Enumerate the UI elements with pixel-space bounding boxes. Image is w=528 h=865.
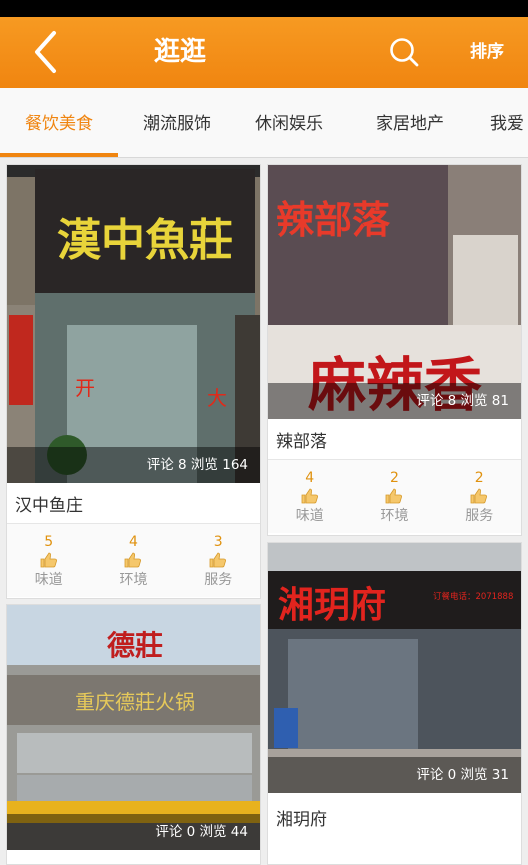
shop-photo: 湘玥府 订餐电话：2071888 评论 0 浏览 31 [268,543,521,793]
shop-sign-text-secondary: 重庆德莊火锅 [75,690,195,714]
rating-service[interactable]: 3 服务 [177,524,260,589]
tab-food[interactable]: 餐饮美食 [0,88,118,157]
status-bar [0,0,528,17]
shop-sign-text: 漢中魚莊 [57,215,233,266]
search-icon [390,38,419,67]
rating-bar: 5 味道 4 环境 3 服务 [7,523,260,597]
back-button[interactable] [20,29,70,75]
tab-home-realestate[interactable]: 家居地产 [351,88,469,157]
tab-more[interactable]: 我爱 [490,88,528,157]
shop-name: 辣部落 [276,432,327,452]
category-tabs: 餐饮美食 潮流服饰 休闲娱乐 家居地产 我爱 [0,88,528,158]
svg-text:开: 开 [75,376,95,400]
thumbs-up-icon [470,488,488,504]
shop-name: 湘玥府 [276,810,327,830]
rating-label: 服务 [465,508,494,524]
rating-taste[interactable]: 5 味道 [7,524,90,589]
shop-card-hanzhong[interactable]: 漢中魚莊 开 大 评论 8 浏览 164 汉中鱼庄 5 味道 4 环境 3 服务 [6,164,261,599]
rating-service[interactable]: 2 服务 [438,460,521,525]
shop-name: 汉中鱼庄 [15,496,83,516]
back-arrow-icon [35,31,56,73]
shop-phone-text: 订餐电话：2071888 [433,591,513,602]
rating-value: 4 [305,470,315,486]
rating-value: 5 [44,534,54,550]
shop-photo: 德莊 重庆德莊火锅 评论 0 浏览 44 [7,605,260,850]
rating-bar: 4 味道 2 环境 2 服务 [268,459,521,533]
rating-environment[interactable]: 2 环境 [353,460,436,525]
thumbs-up-icon [301,488,318,504]
shop-card-dezhuang[interactable]: 德莊 重庆德莊火锅 评论 0 浏览 44 [6,604,261,865]
shop-sign-text: 辣部落 [276,197,391,242]
thumbs-up-icon [386,488,403,504]
active-tab-indicator [0,153,118,157]
shop-stats: 评论 8 浏览 164 [7,447,260,483]
shop-stats: 评论 0 浏览 31 [268,757,521,793]
shop-card-labuluo[interactable]: 辣部落 麻辣香 评论 8 浏览 81 辣部落 4 味道 2 环境 2 服务 [267,164,522,536]
rating-taste[interactable]: 4 味道 [268,460,351,525]
rating-label: 服务 [204,572,233,588]
rating-label: 味道 [295,508,324,524]
rating-environment[interactable]: 4 环境 [92,524,175,589]
rating-label: 环境 [380,508,409,524]
rating-label: 味道 [34,572,63,588]
tab-leisure[interactable]: 休闲娱乐 [230,88,348,157]
tab-fashion[interactable]: 潮流服饰 [118,88,236,157]
shop-sign-text: 德莊 [107,629,163,662]
shop-photo: 漢中魚莊 开 大 评论 8 浏览 164 [7,165,260,483]
rating-value: 2 [474,470,484,486]
shop-sign-text: 湘玥府 [278,584,386,626]
page-title: 逛逛 [153,37,206,67]
svg-text:大: 大 [207,386,227,410]
rating-value: 2 [390,470,399,486]
rating-value: 3 [213,534,223,550]
rating-value: 4 [129,534,138,550]
thumbs-up-icon [40,552,57,568]
app-header: 逛逛 排序 [0,17,528,88]
search-button[interactable] [384,35,424,71]
rating-label: 环境 [119,572,148,588]
shop-card-xiangyuefu[interactable]: 湘玥府 订餐电话：2071888 评论 0 浏览 31 湘玥府 [267,542,522,865]
thumbs-up-icon [209,552,227,568]
thumbs-up-icon [125,552,142,568]
sort-button[interactable]: 排序 [462,17,512,88]
shop-photo: 辣部落 麻辣香 评论 8 浏览 81 [268,165,521,419]
shop-stats: 评论 0 浏览 44 [7,814,260,850]
shop-stats: 评论 8 浏览 81 [268,383,521,419]
